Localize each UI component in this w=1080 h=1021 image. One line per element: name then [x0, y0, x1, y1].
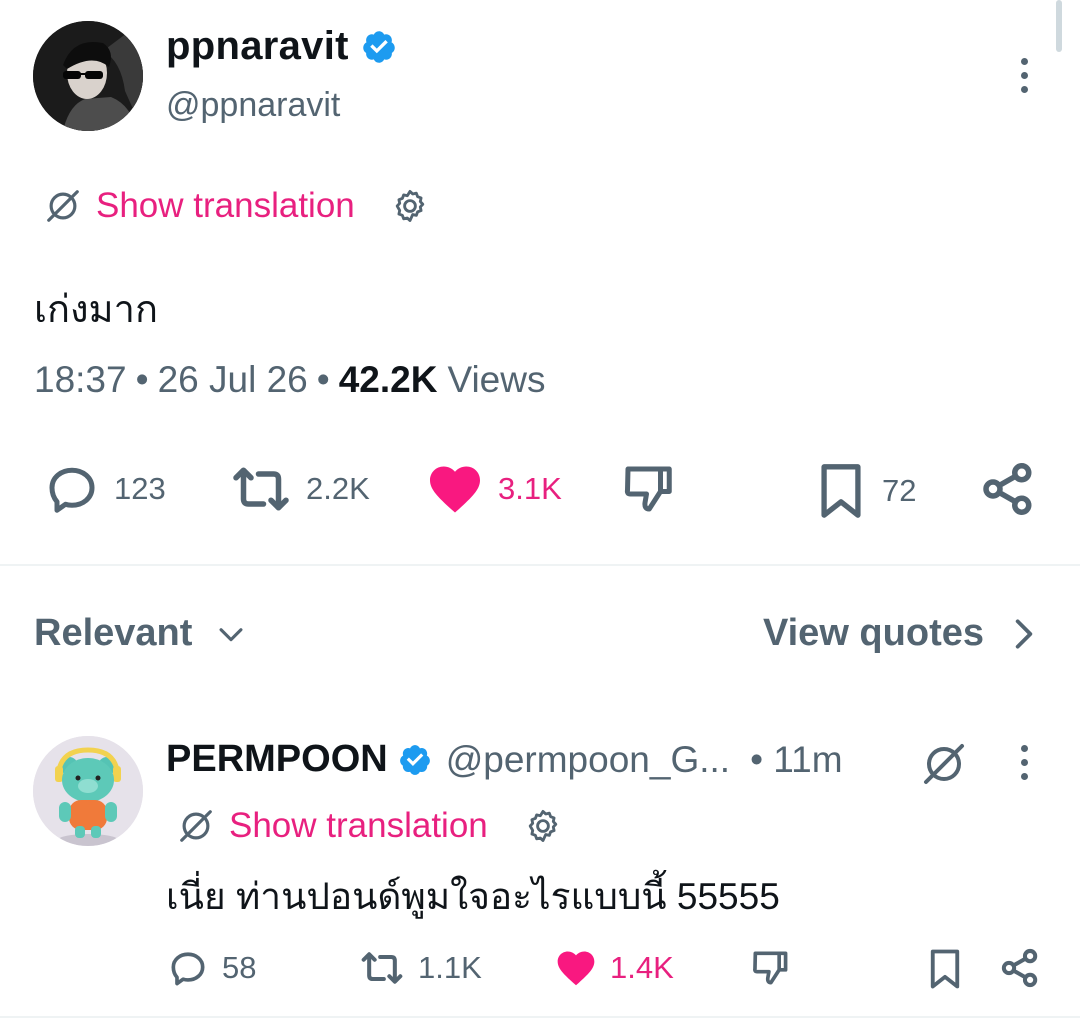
share-icon [998, 946, 1042, 990]
sort-label: Relevant [34, 612, 193, 654]
separator-dot: • [316, 359, 330, 400]
heart-icon [424, 459, 486, 519]
reply-avatar[interactable] [33, 736, 143, 846]
dislike-button[interactable] [748, 946, 792, 990]
show-translation-link[interactable]: Show translation [229, 806, 488, 846]
like-button[interactable]: 1.4K [554, 946, 674, 990]
divider [0, 1016, 1080, 1018]
tweet-action-bar: 123 2.2K 3.1K 72 [0, 455, 1080, 525]
repost-icon [228, 459, 294, 519]
author-display-name[interactable]: ppnaravit [166, 24, 349, 69]
gear-icon[interactable] [524, 807, 562, 845]
share-icon [978, 459, 1038, 519]
verified-badge-icon [361, 29, 397, 65]
repost-count: 1.1K [418, 950, 482, 985]
chevron-down-icon [214, 617, 248, 651]
reply-handle[interactable]: @permpoon_G... [446, 739, 730, 781]
reply-header: PERMPOON @permpoon_G... • 11m [166, 738, 843, 781]
views-count: 42.2K [338, 359, 438, 400]
share-button[interactable] [978, 459, 1038, 519]
heart-icon [554, 946, 598, 990]
tweet-text: เก่งมาก [34, 289, 158, 331]
sort-dropdown[interactable]: Relevant [34, 612, 248, 655]
gear-icon[interactable] [391, 187, 429, 225]
reply-count: 58 [222, 950, 257, 985]
tweet-meta: 18:37 • 26 Jul 26 • 42.2K Views [34, 359, 545, 401]
view-quotes-label: View quotes [762, 612, 984, 654]
like-count: 1.4K [610, 950, 674, 985]
repost-button[interactable]: 1.1K [358, 946, 482, 990]
reply-count: 123 [114, 471, 166, 506]
reply-action-bar: 58 1.1K 1.4K [0, 940, 1080, 996]
reply-author-name[interactable]: PERMPOON [166, 738, 432, 781]
author-handle[interactable]: @ppnaravit [166, 86, 340, 125]
translate-icon [177, 807, 215, 845]
repost-count: 2.2K [306, 471, 370, 506]
reply-button[interactable]: 123 [42, 459, 166, 519]
like-button[interactable]: 3.1K [424, 459, 562, 519]
verified-badge-icon [398, 743, 432, 777]
dislike-button[interactable] [618, 459, 678, 519]
translate-icon [44, 187, 82, 225]
reply-display-name[interactable]: PERMPOON [166, 738, 388, 781]
more-icon[interactable] [1021, 58, 1028, 93]
reply-icon [166, 946, 210, 990]
bookmark-button[interactable] [924, 946, 966, 992]
translation-row: Show translation [44, 186, 429, 226]
bookmark-icon [812, 459, 870, 523]
show-translation-link[interactable]: Show translation [96, 186, 355, 226]
reply-button[interactable]: 58 [166, 946, 256, 990]
repost-icon [358, 946, 406, 990]
reply-time[interactable]: • 11m [750, 739, 842, 781]
author-name[interactable]: ppnaravit [166, 24, 397, 69]
share-button[interactable] [998, 946, 1042, 990]
like-count: 3.1K [498, 471, 562, 506]
reply-text: เนี่ย ท่านปอนด์พูมใจอะไรแบบนี้ 55555 [166, 876, 780, 917]
avatar[interactable] [33, 21, 143, 131]
chevron-right-icon [1010, 615, 1038, 653]
bookmark-count: 72 [882, 473, 917, 508]
reply-icon [42, 459, 102, 519]
bookmark-icon [924, 946, 966, 992]
bookmark-button[interactable]: 72 [812, 459, 916, 523]
view-quotes-link[interactable]: View quotes [763, 612, 1038, 655]
separator-dot: • [135, 359, 149, 400]
repost-button[interactable]: 2.2K [228, 459, 370, 519]
tweet-date[interactable]: 26 Jul 26 [158, 359, 308, 401]
tweet-time[interactable]: 18:37 [34, 359, 127, 401]
views-label: Views [447, 359, 546, 400]
translate-icon[interactable] [920, 740, 968, 788]
dislike-icon [748, 946, 792, 990]
more-icon[interactable] [1021, 745, 1028, 780]
scrollbar[interactable] [1056, 0, 1062, 52]
divider [0, 564, 1080, 566]
dislike-icon [618, 459, 678, 519]
translation-row: Show translation [177, 806, 562, 846]
